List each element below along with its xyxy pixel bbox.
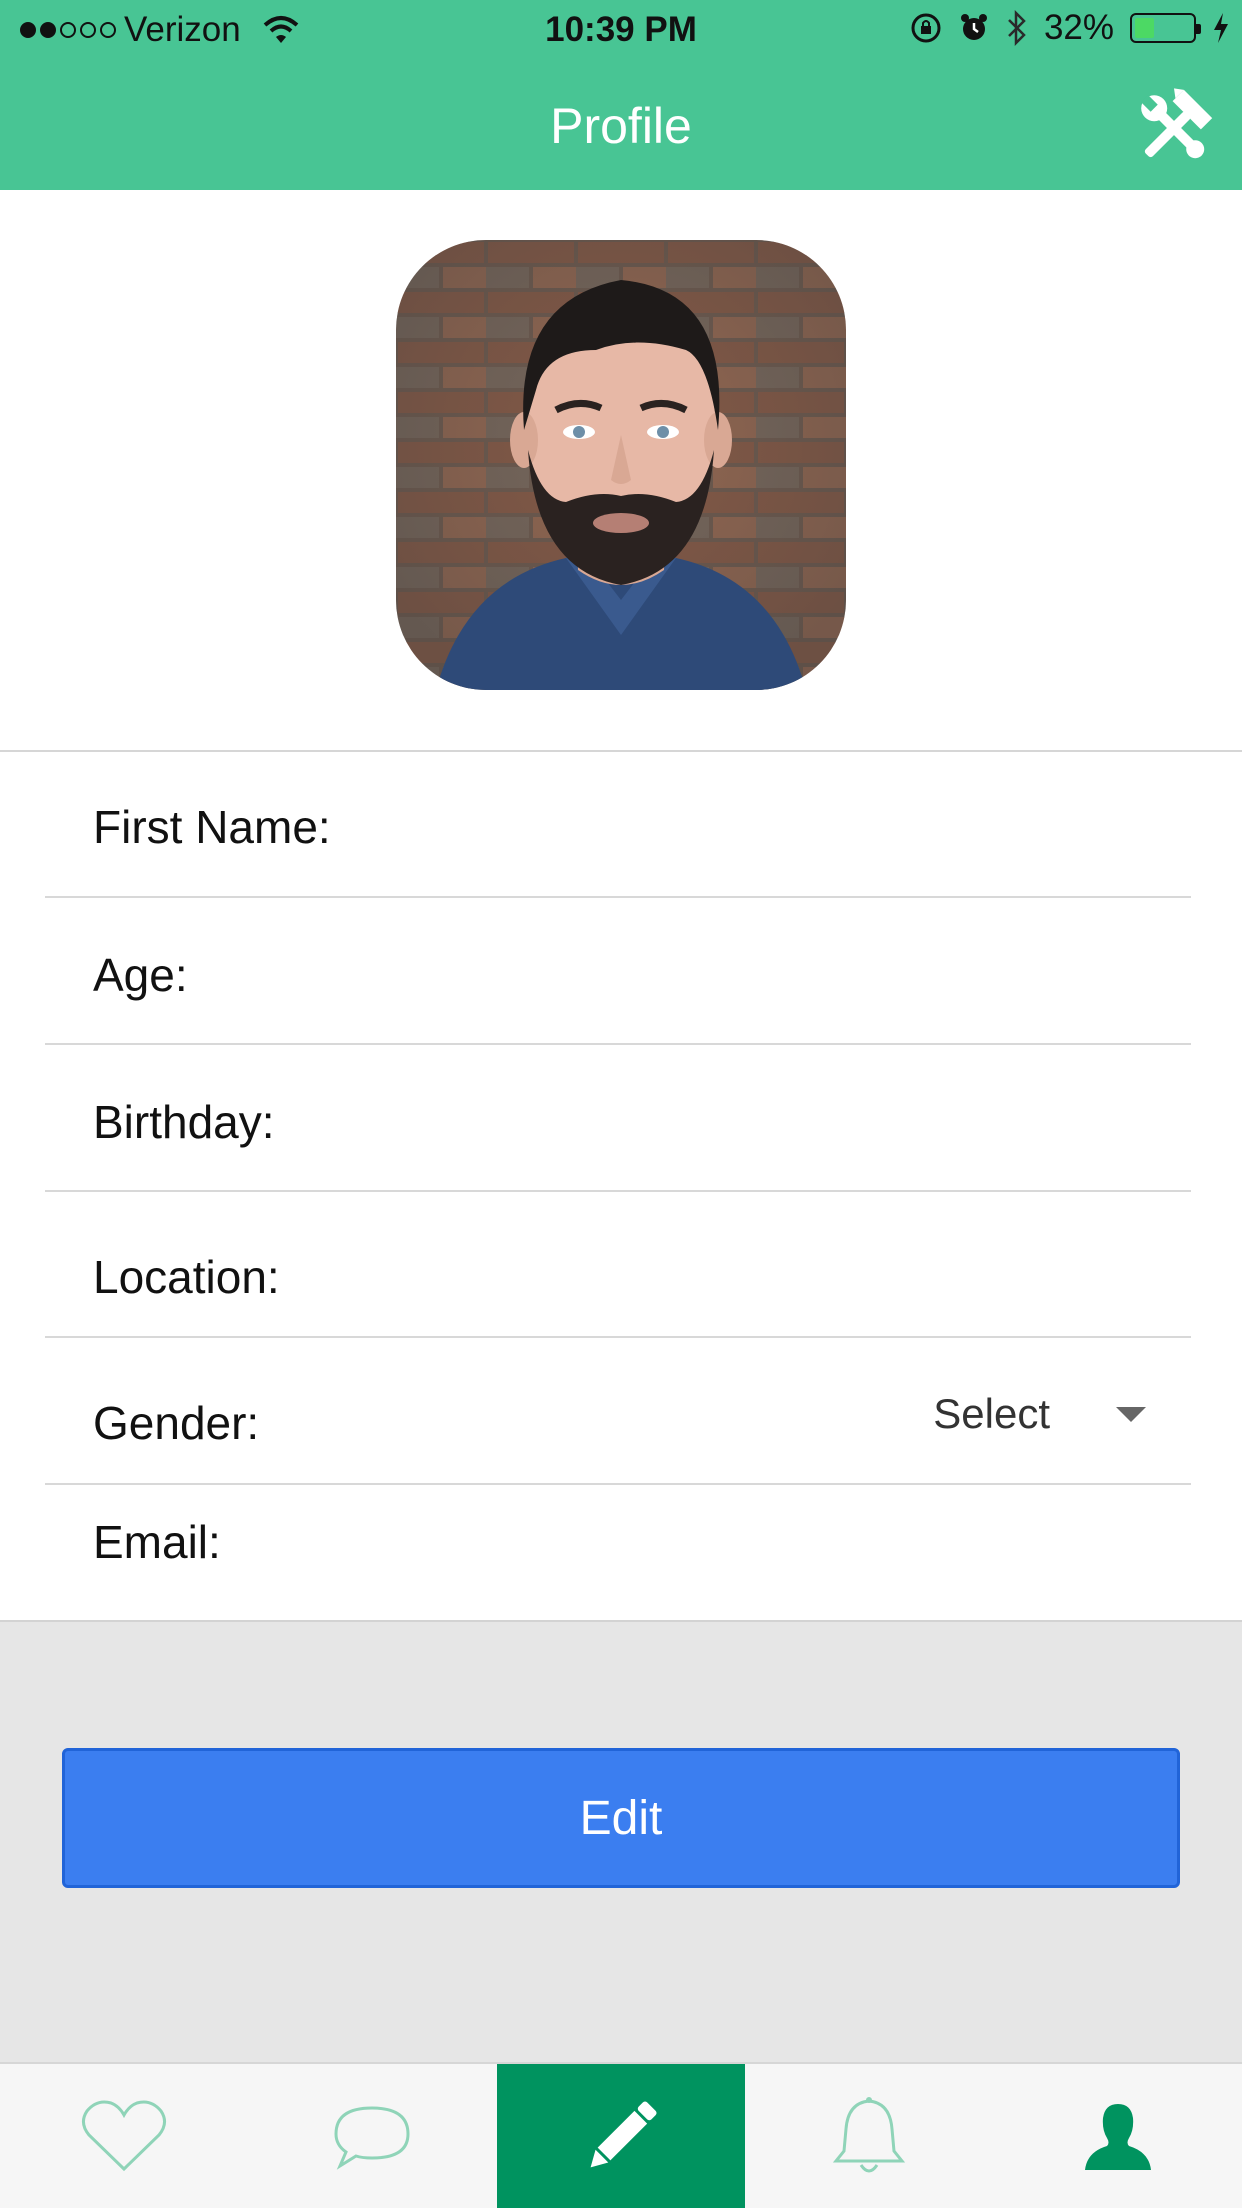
email-field[interactable]: Email:	[45, 1485, 1191, 1622]
tab-profile[interactable]	[994, 2064, 1242, 2208]
gender-select[interactable]: Select	[933, 1390, 1146, 1438]
page-title: Profile	[550, 98, 692, 154]
birthday-label: Birthday:	[93, 1096, 275, 1148]
chat-bubble-icon	[334, 2106, 410, 2170]
bluetooth-icon	[1008, 10, 1026, 46]
user-icon	[1085, 2104, 1151, 2170]
tab-compose[interactable]	[497, 2064, 745, 2208]
avatar-section	[0, 190, 1242, 752]
battery-icon	[1130, 13, 1201, 43]
battery-fill	[1135, 18, 1154, 38]
first-name-field[interactable]: First Name:	[45, 752, 1191, 898]
age-field[interactable]: Age:	[45, 898, 1191, 1045]
location-label: Location:	[93, 1251, 280, 1303]
tools-icon[interactable]	[1132, 86, 1216, 170]
alarm-icon	[960, 14, 987, 40]
status-right: 32%	[910, 8, 1230, 48]
chevron-down-icon	[1116, 1406, 1146, 1422]
orientation-lock-icon	[911, 13, 941, 43]
email-label: Email:	[93, 1516, 221, 1568]
edit-button[interactable]: Edit	[62, 1748, 1180, 1888]
status-bar: Verizon 10:39 PM 32%	[0, 0, 1242, 62]
battery-percent: 32%	[1043, 8, 1114, 47]
heart-icon	[82, 2100, 166, 2172]
tab-messages[interactable]	[248, 2064, 496, 2208]
age-label: Age:	[93, 949, 188, 1001]
gender-select-value: Select	[933, 1390, 1050, 1437]
tab-notifications[interactable]	[745, 2064, 993, 2208]
action-area: Edit	[0, 1622, 1242, 2062]
pencil-icon	[590, 2101, 657, 2168]
bell-icon	[832, 2097, 906, 2173]
charging-bolt-icon	[1214, 13, 1228, 43]
gender-field: Gender: Select	[45, 1338, 1191, 1485]
nav-bar: Verizon 10:39 PM 32% Profile	[0, 0, 1242, 190]
location-field[interactable]: Location:	[45, 1192, 1191, 1338]
birthday-field[interactable]: Birthday:	[45, 1045, 1191, 1192]
gender-label: Gender:	[93, 1397, 260, 1449]
tab-favorites[interactable]	[0, 2064, 248, 2208]
first-name-label: First Name:	[93, 801, 331, 853]
avatar[interactable]	[396, 240, 846, 690]
profile-form: First Name: Age: Birthday: Location: Gen…	[0, 752, 1242, 1622]
tab-bar	[0, 2062, 1242, 2208]
